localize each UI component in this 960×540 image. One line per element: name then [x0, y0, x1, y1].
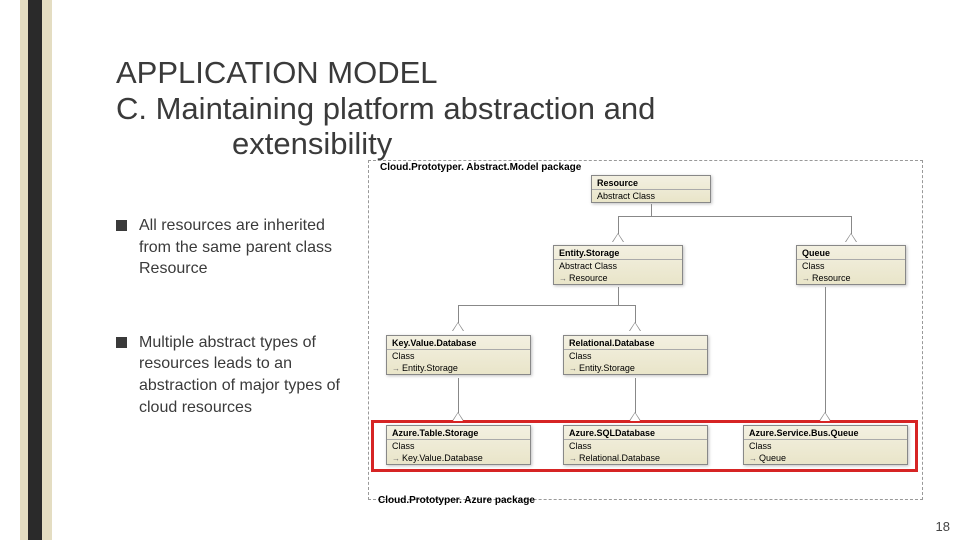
title-line-3: extensibility — [232, 126, 930, 162]
title-line-1: APPLICATION MODEL — [116, 55, 438, 90]
node-meta: Class — [564, 440, 707, 452]
list-item: All resources are inherited from the sam… — [116, 215, 354, 280]
uml-node-aztable: Azure.Table.Storage Class Key.Value.Data… — [386, 425, 531, 465]
content-area: APPLICATION MODEL C. Maintaining platfor… — [116, 55, 930, 162]
connector — [458, 305, 459, 323]
node-name: Resource — [592, 176, 710, 190]
bullet-list: All resources are inherited from the sam… — [116, 160, 354, 510]
node-name: Azure.SQLDatabase — [564, 426, 707, 440]
title-line-2: C. Maintaining platform abstraction and — [116, 91, 655, 126]
node-meta: Class — [564, 350, 707, 362]
node-meta: Class — [797, 260, 905, 272]
node-meta: Class — [387, 350, 530, 362]
inheritance-arrow-icon — [613, 234, 623, 242]
uml-node-queue: Queue Class Resource — [796, 245, 906, 285]
list-item: Multiple abstract types of resources lea… — [116, 332, 354, 418]
inheritance-arrow-icon — [453, 323, 463, 331]
bullet-text: All resources are inherited from the sam… — [139, 215, 354, 280]
connector — [635, 305, 636, 323]
node-name: Relational.Database — [564, 336, 707, 350]
uml-node-azsql: Azure.SQLDatabase Class Relational.Datab… — [563, 425, 708, 465]
node-meta: Class — [744, 440, 907, 452]
connector — [458, 378, 459, 413]
connector — [851, 216, 852, 234]
inheritance-arrow-icon — [630, 413, 640, 421]
slide-body: All resources are inherited from the sam… — [116, 160, 928, 510]
uml-node-resource: Resource Abstract Class — [591, 175, 711, 203]
node-name: Entity.Storage — [554, 246, 682, 260]
node-parent: Queue — [744, 452, 907, 464]
connector — [458, 305, 636, 306]
node-parent: Resource — [797, 272, 905, 284]
node-parent: Key.Value.Database — [387, 452, 530, 464]
uml-node-entitystorage: Entity.Storage Abstract Class Resource — [553, 245, 683, 285]
inheritance-arrow-icon — [630, 323, 640, 331]
uml-node-azbus: Azure.Service.Bus.Queue Class Queue — [743, 425, 908, 465]
slide-title: APPLICATION MODEL C. Maintaining platfor… — [116, 55, 930, 162]
page-number: 18 — [936, 519, 950, 534]
node-meta: Class — [387, 440, 530, 452]
sidebar-stripe — [28, 0, 42, 540]
node-name: Queue — [797, 246, 905, 260]
node-name: Key.Value.Database — [387, 336, 530, 350]
connector — [618, 216, 619, 234]
connector — [651, 204, 652, 216]
node-name: Azure.Table.Storage — [387, 426, 530, 440]
uml-diagram: Cloud.Prototyper. Abstract.Model package… — [368, 160, 928, 510]
uml-node-keyvalue: Key.Value.Database Class Entity.Storage — [386, 335, 531, 375]
connector — [825, 287, 826, 413]
inheritance-arrow-icon — [820, 413, 830, 421]
uml-node-relational: Relational.Database Class Entity.Storage — [563, 335, 708, 375]
connector — [635, 378, 636, 413]
connector — [618, 287, 619, 305]
package-label-bottom: Cloud.Prototyper. Azure package — [378, 495, 535, 506]
node-meta: Abstract Class — [554, 260, 682, 272]
inheritance-arrow-icon — [846, 234, 856, 242]
square-bullet-icon — [116, 220, 127, 231]
node-parent: Relational.Database — [564, 452, 707, 464]
bullet-text: Multiple abstract types of resources lea… — [139, 332, 354, 418]
node-parent: Resource — [554, 272, 682, 284]
inheritance-arrow-icon — [453, 413, 463, 421]
square-bullet-icon — [116, 337, 127, 348]
connector — [618, 216, 851, 217]
node-parent: Entity.Storage — [387, 362, 530, 374]
package-label-top: Cloud.Prototyper. Abstract.Model package — [380, 162, 581, 173]
node-parent: Entity.Storage — [564, 362, 707, 374]
node-name: Azure.Service.Bus.Queue — [744, 426, 907, 440]
node-meta: Abstract Class — [592, 190, 710, 202]
